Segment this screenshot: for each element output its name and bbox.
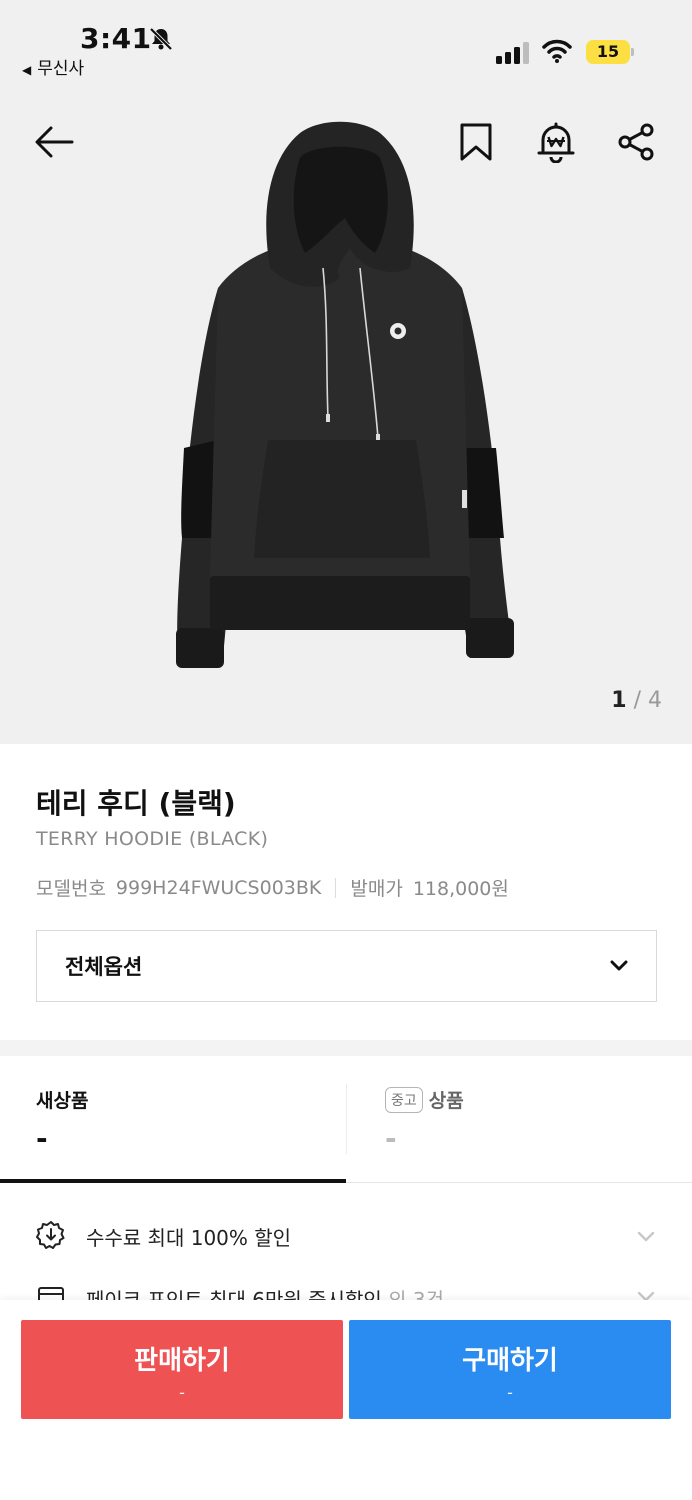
option-select[interactable]: 전체옵션 xyxy=(36,930,657,1002)
model-number-label: 모델번호 xyxy=(36,878,106,900)
option-select-label: 전체옵션 xyxy=(65,955,143,979)
benefit-text: 페이코 포인트 최대 6만원 즉시할인 외 3건 xyxy=(86,1284,444,1300)
discount-icon xyxy=(36,1221,65,1249)
used-chip: 중고 xyxy=(385,1086,423,1113)
buy-label: 구매하기 xyxy=(462,1346,558,1376)
tab-used-price: - xyxy=(385,1122,397,1155)
sell-button[interactable]: 판매하기 - xyxy=(21,1320,343,1419)
bell-off-icon xyxy=(149,27,173,51)
pager-total: 4 xyxy=(648,688,662,713)
gallery-pager: 1 / 4 xyxy=(611,688,662,713)
pager-current: 1 xyxy=(611,688,627,713)
benefit-main-text: 페이코 포인트 최대 6만원 즉시할인 xyxy=(86,1288,382,1300)
release-price-label: 발매가 xyxy=(350,878,403,900)
meta-divider xyxy=(335,877,337,898)
model-number-value: 999H24FWUCS003BK xyxy=(115,876,322,899)
tab-new-product[interactable]: 새상품 - xyxy=(0,1056,346,1184)
battery-indicator: 15 xyxy=(586,40,634,64)
card-icon xyxy=(38,1287,64,1300)
share-icon xyxy=(618,123,654,161)
sell-label: 판매하기 xyxy=(134,1346,230,1376)
section-divider xyxy=(0,1040,692,1056)
tab-used-name: 중고 상품 xyxy=(385,1086,464,1113)
product-gallery[interactable]: 3:41 ◀ 무신사 15 1 / 4 xyxy=(0,0,692,744)
back-to-app-link[interactable]: ◀ 무신사 xyxy=(22,54,84,79)
tab-used-product[interactable]: 중고 상품 - xyxy=(347,1056,692,1184)
release-price-value: 118,000원 xyxy=(412,878,509,900)
chevron-down-icon xyxy=(637,1231,655,1242)
buy-button[interactable]: 구매하기 - xyxy=(349,1320,671,1419)
benefit-more-text: 외 3건 xyxy=(381,1288,445,1300)
product-meta: 모델번호 999H24FWUCS003BK 발매가 118,000원 xyxy=(36,874,509,901)
benefit-fee-discount[interactable]: 수수료 최대 100% 할인 xyxy=(0,1210,692,1262)
buy-price: - xyxy=(507,1383,513,1402)
back-triangle-icon: ◀ xyxy=(22,63,32,77)
product-subtitle: TERRY HOODIE (BLACK) xyxy=(36,828,269,850)
cellular-signal-icon xyxy=(496,42,529,64)
share-button[interactable] xyxy=(612,118,660,166)
tab-new-label: 새상품 xyxy=(36,1090,89,1112)
chevron-down-icon xyxy=(637,1291,655,1300)
tab-used-label: 상품 xyxy=(428,1090,464,1112)
product-image[interactable] xyxy=(160,118,520,678)
chevron-down-icon xyxy=(610,960,628,971)
battery-level: 15 xyxy=(596,42,620,61)
product-title: 테리 후디 (블랙) xyxy=(36,787,236,820)
back-arrow-icon xyxy=(35,126,74,158)
sell-price: - xyxy=(179,1383,185,1402)
benefit-payco-discount[interactable]: 페이코 포인트 최대 6만원 즉시할인 외 3건 xyxy=(0,1276,692,1300)
back-button[interactable] xyxy=(30,118,78,166)
status-time: 3:41 xyxy=(80,22,152,55)
price-alert-icon xyxy=(537,122,575,163)
pager-separator: / xyxy=(633,688,641,713)
price-alert-button[interactable] xyxy=(532,118,580,166)
tab-new-price: - xyxy=(36,1122,48,1155)
bottom-action-bar: 판매하기 - 구매하기 - xyxy=(0,1300,692,1500)
benefit-text: 수수료 최대 100% 할인 xyxy=(86,1226,292,1250)
wifi-icon xyxy=(542,39,572,63)
back-app-label: 무신사 xyxy=(37,59,85,79)
tab-active-indicator xyxy=(0,1179,346,1183)
